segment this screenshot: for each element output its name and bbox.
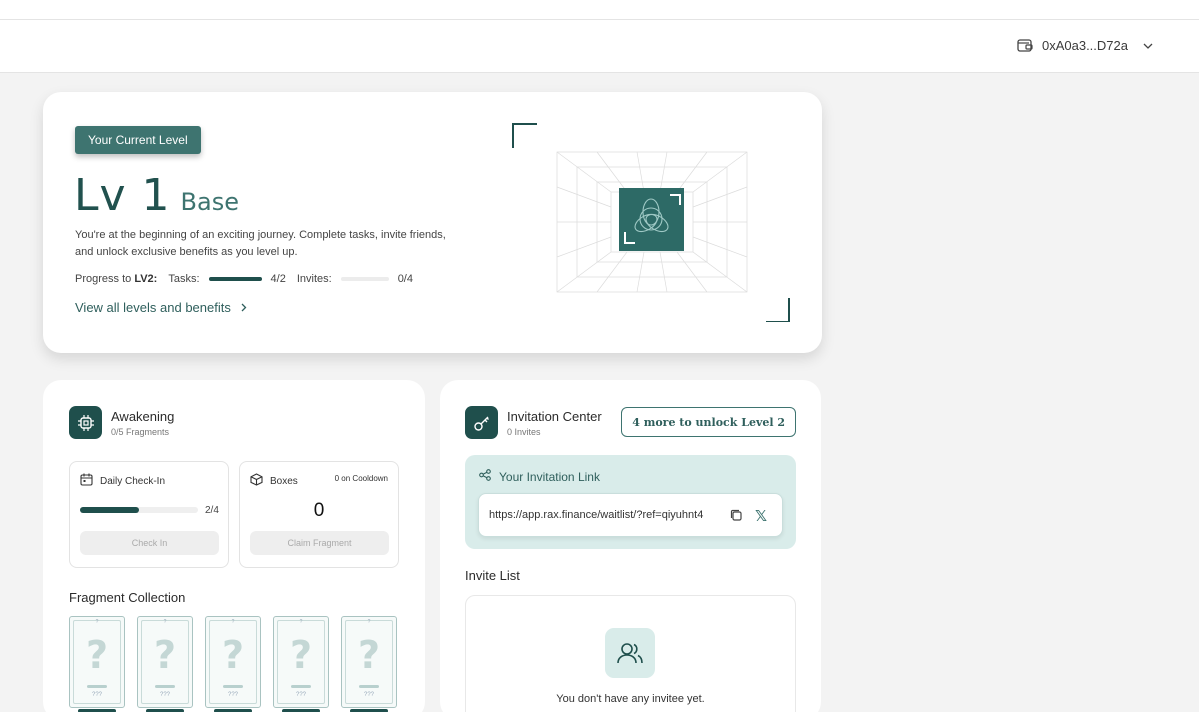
wallet-button[interactable]: 0xA0a3...D72a (1017, 38, 1153, 53)
invite-list-title: Invite List (465, 568, 520, 583)
invitation-link-field[interactable]: https://app.rax.finance/waitlist/?ref=qi… (478, 493, 783, 537)
fragment-card[interactable]: ????? (137, 616, 193, 712)
chevron-down-icon (1143, 43, 1153, 49)
invitation-link-panel: Your Invitation Link https://app.rax.fin… (465, 455, 796, 549)
empty-invitee-message: You don't have any invitee yet. (556, 693, 705, 705)
tasks-label: Tasks: (168, 273, 200, 285)
invitation-center-card: Invitation Center 0 Invites 4 more to un… (440, 380, 821, 712)
top-strip (0, 0, 1199, 19)
fragment-symbol: ? (221, 633, 245, 677)
wallet-icon (1017, 38, 1033, 53)
copy-icon[interactable] (729, 508, 743, 527)
boxes-count: 0 (313, 500, 325, 521)
daily-checkin-card: Daily Check-In 2/4 Check In (69, 461, 229, 568)
boxes-cooldown: 0 on Cooldown (334, 474, 388, 483)
invite-list-box: You don't have any invitee yet. (465, 595, 796, 712)
wallet-address: 0xA0a3...D72a (1041, 38, 1128, 53)
fragment-top-mark: ? (367, 619, 371, 625)
invitation-link-header: Your Invitation Link (479, 469, 600, 484)
share-icon (479, 469, 491, 484)
tasks-value: 4/2 (270, 273, 286, 285)
unlock-level-button[interactable]: 4 more to unlock Level 2 (621, 407, 796, 437)
fragment-dots: ??? (295, 692, 306, 698)
current-level-badge: Your Current Level (75, 126, 201, 154)
tasks-progress-fill (208, 277, 262, 281)
current-level-card: Your Current Level Lv 1 Base You're at t… (43, 92, 822, 353)
fragment-top-mark: ? (231, 619, 235, 625)
progress-target: LV2: (134, 273, 158, 285)
level-title: Lv 1 Base (74, 170, 239, 221)
awakening-title: Awakening (111, 409, 175, 424)
fragment-plate (359, 685, 379, 688)
view-levels-link[interactable]: View all levels and benefits (75, 300, 247, 315)
fragment-top-mark: ? (299, 619, 303, 625)
daily-checkin-header: Daily Check-In (80, 473, 165, 489)
invites-value: 0/4 (397, 273, 413, 285)
fragment-card[interactable]: ????? (205, 616, 261, 712)
fragment-card[interactable]: ????? (69, 616, 125, 712)
fragment-collection-title: Fragment Collection (69, 590, 186, 605)
claim-fragment-button[interactable]: Claim Fragment (250, 531, 389, 555)
fragment-plate (223, 685, 243, 688)
fragment-symbol: ? (357, 633, 381, 677)
fragment-symbol: ? (85, 633, 109, 677)
checkin-progress-fill (80, 507, 139, 513)
invitation-count: 0 Invites (507, 427, 541, 437)
boxes-card: Boxes 0 on Cooldown 0 Claim Fragment (239, 461, 399, 568)
key-icon (465, 406, 498, 439)
view-levels-label: View all levels and benefits (75, 300, 231, 315)
check-in-button[interactable]: Check In (80, 531, 219, 555)
awakening-subtitle: 0/5 Fragments (111, 427, 170, 437)
level-number: Lv 1 (74, 170, 171, 221)
calendar-icon (80, 473, 93, 489)
level-progress-row: Progress to LV2: Tasks: 4/2 Invites: 0/4 (75, 273, 413, 285)
fragment-card[interactable]: ????? (273, 616, 329, 712)
invites-progress-bar (340, 277, 389, 281)
fragment-dots: ??? (363, 692, 374, 698)
level-description: You're at the beginning of an exciting j… (75, 229, 446, 258)
boxes-title: Boxes (270, 475, 298, 487)
fragment-dots: ??? (227, 692, 238, 698)
daily-checkin-title: Daily Check-In (100, 475, 166, 487)
chevron-right-icon (241, 300, 247, 315)
fragment-symbol: ? (153, 633, 177, 677)
tasks-progress-bar (208, 277, 262, 281)
level-name: Base (180, 188, 239, 216)
fragment-dots: ??? (91, 692, 102, 698)
level-hero-illustration (511, 122, 793, 323)
fragment-top-mark: ? (95, 619, 99, 625)
fragment-card[interactable]: ????? (341, 616, 397, 712)
fragment-plate (291, 685, 311, 688)
fragment-symbol: ? (289, 633, 313, 677)
invites-label: Invites: (296, 273, 332, 285)
x-share-icon[interactable]: 𝕏 (755, 507, 767, 525)
checkin-progress-value: 2/4 (205, 505, 219, 516)
fragment-plate (155, 685, 175, 688)
chip-icon (69, 406, 102, 439)
checkin-progress-bar (80, 507, 198, 513)
awakening-card: Awakening 0/5 Fragments Daily Check-In 2… (43, 380, 425, 712)
boxes-header: Boxes (250, 473, 298, 489)
invitation-center-title: Invitation Center (507, 409, 602, 424)
invitation-link-value: https://app.rax.finance/waitlist/?ref=qi… (489, 509, 704, 521)
fragment-plate (87, 685, 107, 688)
fragment-dots: ??? (159, 692, 170, 698)
invitation-link-label: Your Invitation Link (499, 469, 600, 484)
top-bar: 0xA0a3...D72a (0, 19, 1199, 73)
box-icon (250, 473, 263, 489)
fragment-top-mark: ? (163, 619, 167, 625)
users-icon (605, 628, 655, 678)
progress-label: Progress to (75, 273, 132, 285)
